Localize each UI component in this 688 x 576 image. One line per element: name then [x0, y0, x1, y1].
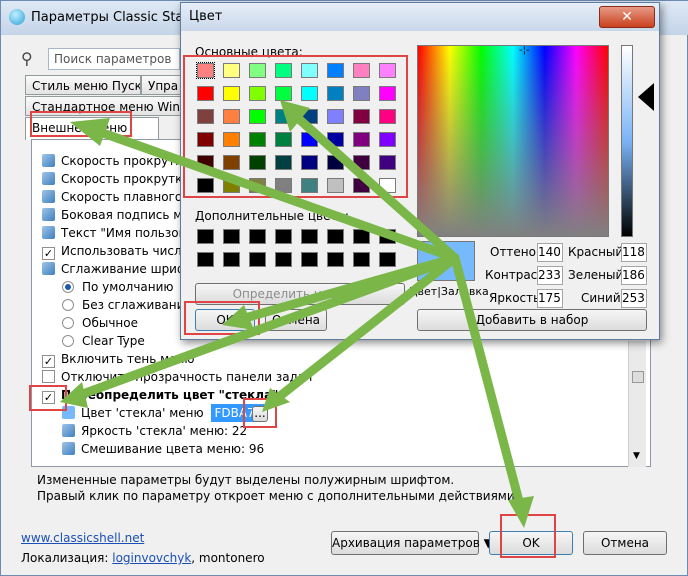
search-icon: ⚲: [21, 49, 33, 68]
gear-icon: [42, 262, 55, 275]
glass-color-row[interactable]: Цвет 'стекла' меню FDBA76: [62, 404, 266, 422]
checkbox[interactable]: ✓: [42, 247, 55, 260]
info-text-2: Правый клик по параметру откроет меню с …: [37, 489, 515, 503]
custom-color-swatch[interactable]: [353, 229, 370, 244]
add-to-custom-button[interactable]: Добавить в набор: [417, 309, 647, 331]
search-input[interactable]: Поиск параметров: [48, 48, 180, 70]
scrollbar[interactable]: ▼: [628, 341, 646, 467]
radio-button[interactable]: [62, 299, 74, 311]
green-field[interactable]: 186: [621, 266, 647, 285]
gear-icon: [42, 226, 55, 239]
annotation-box-ok: [500, 514, 556, 558]
tab-controls[interactable]: Упра: [141, 75, 183, 95]
custom-color-swatch[interactable]: [327, 252, 344, 267]
gear-icon: [42, 190, 55, 203]
checkbox[interactable]: ✓: [42, 355, 55, 368]
red-field[interactable]: 118: [621, 243, 647, 262]
tab-start-menu-style[interactable]: Стиль меню Пуск: [25, 75, 141, 95]
custom-color-swatch[interactable]: [301, 229, 318, 244]
custom-color-swatch[interactable]: [353, 252, 370, 267]
custom-color-swatch[interactable]: [275, 229, 292, 244]
radio-button[interactable]: [62, 335, 74, 347]
list-item[interactable]: ✓ Использовать числов: [42, 242, 196, 260]
list-item[interactable]: Скорость плавного п: [42, 188, 194, 206]
radio-standard[interactable]: Обычное: [62, 314, 138, 332]
gear-icon: [42, 208, 55, 221]
slider-arrow-icon[interactable]: [638, 83, 654, 111]
custom-color-swatch[interactable]: [379, 252, 396, 267]
custom-color-swatch[interactable]: [223, 229, 240, 244]
sat-field[interactable]: 233: [537, 266, 563, 285]
list-item[interactable]: Боковая подпись мен: [42, 206, 198, 224]
custom-color-swatch[interactable]: [327, 229, 344, 244]
custom-colors-grid: [197, 229, 407, 273]
close-button[interactable]: ✕: [599, 6, 655, 28]
custom-color-swatch[interactable]: [275, 252, 292, 267]
cancel-button[interactable]: Отмена: [583, 531, 667, 555]
list-item[interactable]: Скорость прокрутки: [42, 152, 190, 170]
luminance-slider[interactable]: [621, 45, 633, 237]
radio-cleartype[interactable]: Clear Type: [62, 332, 145, 350]
annotation-box-tab: [30, 111, 132, 137]
app-icon: [9, 9, 25, 25]
blue-label: Синий:: [581, 291, 625, 305]
list-item[interactable]: ✓ Включить тень меню: [42, 350, 195, 368]
gear-icon: [62, 424, 75, 437]
annotation-box-browse: [243, 398, 277, 428]
radio-button[interactable]: [62, 317, 74, 329]
checkbox[interactable]: [42, 370, 55, 383]
dialog-title-bar: [181, 3, 659, 31]
dialog-title: Цвет: [189, 9, 223, 24]
custom-color-swatch[interactable]: [379, 229, 396, 244]
archive-button[interactable]: Архивация параметров ▼: [331, 531, 493, 555]
scroll-down-icon[interactable]: ▼: [633, 451, 640, 461]
custom-color-swatch[interactable]: [223, 252, 240, 267]
blue-field[interactable]: 253: [621, 289, 647, 308]
scroll-thumb[interactable]: [632, 371, 644, 383]
radio-button[interactable]: [62, 281, 74, 293]
localization-line: Локализация: loginvovchyk, montonero: [21, 551, 265, 565]
green-label: Зеленый:: [568, 268, 628, 282]
radio-default[interactable]: По умолчанию: [62, 278, 174, 296]
annotation-box-checkbox: [29, 385, 67, 411]
localization-link[interactable]: loginvovchyk: [112, 551, 191, 565]
lum-label: Яркость:: [489, 291, 545, 305]
crosshair-icon: -¦-: [519, 45, 530, 56]
list-item[interactable]: Отключить прозрачность панели задач: [42, 368, 312, 386]
color-solid-label: Цвет|Заливка: [409, 285, 489, 298]
custom-color-swatch[interactable]: [197, 229, 214, 244]
color-spectrum[interactable]: [417, 45, 609, 237]
annotation-box-basic-colors: [183, 55, 408, 198]
list-item[interactable]: Текст "Имя пользоват: [42, 224, 200, 242]
dialog-cancel-button[interactable]: Отмена: [265, 309, 327, 331]
color-preview: [417, 241, 475, 281]
hue-field[interactable]: 140: [537, 243, 563, 262]
custom-color-swatch[interactable]: [249, 252, 266, 267]
gear-icon: [62, 442, 75, 455]
red-label: Красный:: [568, 245, 628, 259]
gear-icon: [42, 172, 55, 185]
list-item[interactable]: Сглаживание шрифто: [42, 260, 202, 278]
close-icon: ✕: [621, 9, 633, 25]
custom-color-swatch[interactable]: [249, 229, 266, 244]
custom-color-swatch[interactable]: [197, 252, 214, 267]
list-item[interactable]: Яркость 'стекла' меню: 22: [62, 422, 247, 440]
lum-field[interactable]: 175: [537, 289, 563, 308]
custom-color-swatch[interactable]: [301, 252, 318, 267]
radio-no-smoothing[interactable]: Без сглаживания: [62, 296, 192, 314]
custom-colors-label: Дополнительные цвета:: [195, 209, 349, 223]
annotation-box-dialog-ok: [184, 301, 260, 335]
list-item[interactable]: Смешивание цвета меню: 96: [62, 440, 264, 458]
website-link[interactable]: www.classicshell.net: [21, 531, 144, 545]
list-item[interactable]: Скорость прокрутки п: [42, 170, 202, 188]
gear-icon: [42, 154, 55, 167]
